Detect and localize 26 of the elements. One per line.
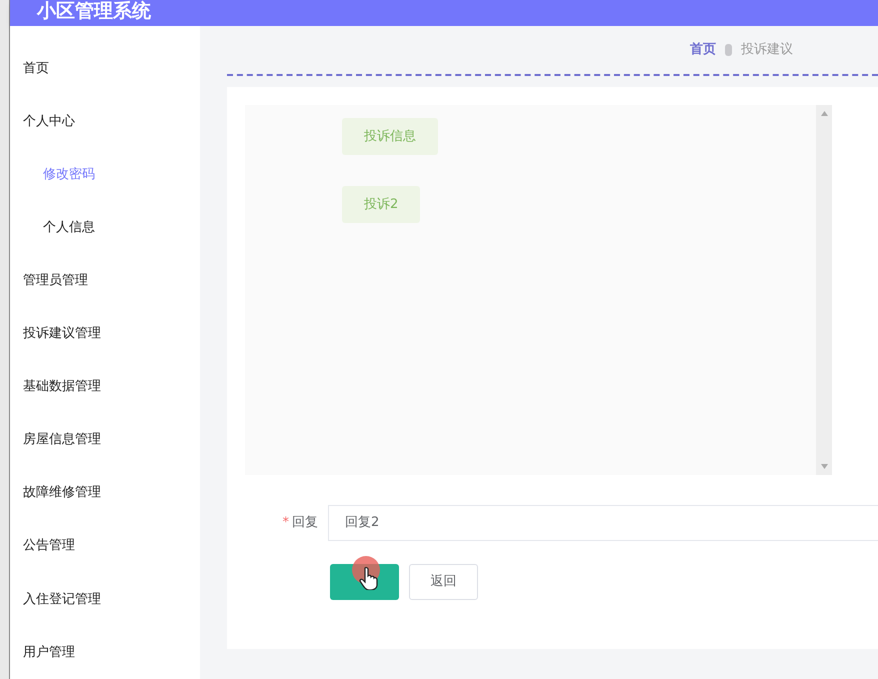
menu-item[interactable]: 基础数据管理 xyxy=(10,360,200,414)
app-title: 小区管理系统 xyxy=(37,0,151,22)
scrollbar[interactable] xyxy=(816,105,832,475)
menu-item[interactable]: 个人中心 xyxy=(10,95,200,148)
back-button[interactable]: 返回 xyxy=(409,564,478,600)
reply-input[interactable]: 回复2 xyxy=(328,505,878,541)
scroll-up-icon[interactable] xyxy=(820,111,828,116)
menu-item[interactable]: 用户管理 xyxy=(10,626,200,679)
menu-item[interactable]: 故障维修管理 xyxy=(10,466,200,520)
required-mark: * xyxy=(282,514,289,532)
breadcrumb-item: 投诉建议 xyxy=(741,41,793,60)
menu-item[interactable]: 管理员管理 xyxy=(10,254,200,308)
breadcrumb-item[interactable]: 首页 xyxy=(690,40,716,60)
message-tag: 投诉2 xyxy=(342,186,420,223)
separator-icon xyxy=(724,43,733,57)
submenu-item[interactable]: 修改密码 xyxy=(10,148,200,202)
hand-cursor-icon xyxy=(359,566,379,590)
scroll-down-icon[interactable] xyxy=(820,464,828,469)
field-label: 回复 xyxy=(292,514,318,532)
menu-item[interactable]: 投诉建议管理 xyxy=(10,307,200,360)
menu-item[interactable]: 房屋信息管理 xyxy=(10,414,200,467)
menu-item[interactable]: 入住登记管理 xyxy=(10,572,200,626)
message-tag: 投诉信息 xyxy=(342,118,438,155)
menu-item[interactable]: 首页 xyxy=(10,42,200,96)
submenu-item[interactable]: 个人信息 xyxy=(10,201,200,254)
menu-item[interactable]: 公告管理 xyxy=(10,520,200,573)
